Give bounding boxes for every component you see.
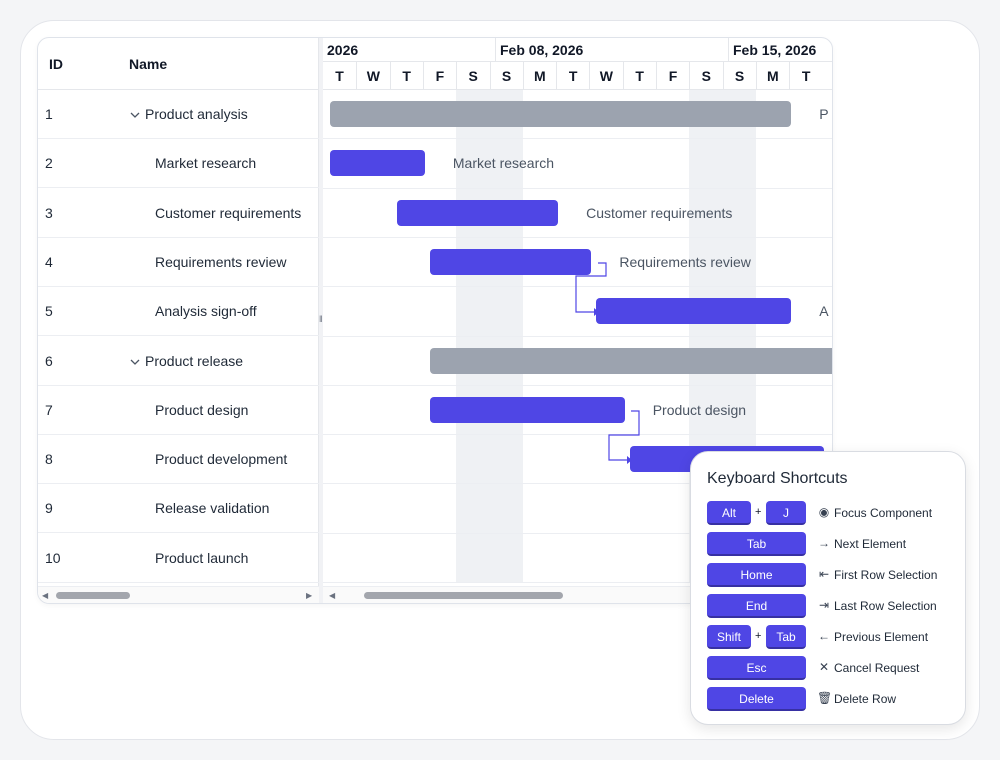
row-id: 1 <box>45 106 53 122</box>
trash-icon: 🗑 <box>817 691 833 705</box>
table-row[interactable]: 5 Analysis sign-off <box>38 287 319 337</box>
row-id: 2 <box>45 155 53 172</box>
dependency-arrow-icon <box>594 308 599 316</box>
row-id: 3 <box>45 204 53 221</box>
row-id: 8 <box>45 451 53 468</box>
key-cap: Alt <box>707 501 751 525</box>
shortcut-description: Delete Row <box>834 692 897 706</box>
grid-header: ID Name <box>38 38 319 90</box>
key-cap: Tab <box>766 625 806 649</box>
id-column-header[interactable]: ID <box>49 56 63 72</box>
key-cap: Shift <box>707 625 751 649</box>
plus-sign: + <box>755 630 762 642</box>
shortcut-row: Home ⇤ First Row Selection <box>707 563 952 588</box>
table-row[interactable]: 2 Market research <box>38 139 319 189</box>
task-name: Market research <box>155 155 257 172</box>
shortcut-row: Delete 🗑 Delete Row <box>707 687 952 712</box>
chevron-down-icon[interactable] <box>130 107 140 118</box>
row-id: 10 <box>45 549 61 566</box>
row-id: 4 <box>45 253 53 270</box>
task-name: Requirements review <box>155 253 287 270</box>
shortcut-row: Esc ✕ Cancel Request <box>707 656 952 681</box>
scrollbar-thumb[interactable] <box>56 592 130 599</box>
scroll-left-icon[interactable]: ◀ <box>329 591 335 600</box>
shortcut-description: First Row Selection <box>834 568 938 582</box>
shortcuts-title: Keyboard Shortcuts <box>707 470 848 487</box>
focus-icon: ◉ <box>818 505 830 519</box>
shortcut-row: End ⇥ Last Row Selection <box>707 594 952 619</box>
arrow-left-icon: ← <box>818 629 830 643</box>
key-cap: End <box>707 594 806 618</box>
last-row-icon: ⇥ <box>818 598 830 612</box>
plus-sign: + <box>755 506 762 518</box>
key-cap: Esc <box>707 656 806 680</box>
row-id: 6 <box>45 352 53 369</box>
table-row[interactable]: 10 Product launch <box>38 534 319 583</box>
scrollbar-thumb[interactable] <box>364 592 563 599</box>
task-name: Customer requirements <box>155 204 302 221</box>
key-cap: Delete <box>707 687 806 711</box>
scroll-right-icon[interactable]: ▶ <box>306 591 312 600</box>
table-row[interactable]: 6 Product release <box>38 337 319 386</box>
row-id: 5 <box>45 303 53 320</box>
dependency-line <box>608 410 640 461</box>
task-name: Product release <box>145 352 244 369</box>
table-row[interactable]: 1 Product analysis <box>38 90 319 139</box>
row-id: 9 <box>45 500 53 517</box>
shortcut-row: Shift + Tab ← Previous Element <box>707 625 952 650</box>
key-cap: Tab <box>707 532 806 556</box>
keyboard-shortcuts-panel: Keyboard Shortcuts Alt + J ◉ Focus Component… <box>690 451 966 725</box>
task-name: Product analysis <box>145 106 248 122</box>
task-name: Release validation <box>155 500 270 517</box>
shortcut-description: Previous Element <box>834 630 929 644</box>
key-cap: Home <box>707 563 806 587</box>
grid-horizontal-scrollbar[interactable]: ◀ ▶ <box>38 586 319 603</box>
shortcut-row: Tab → Next Element <box>707 532 952 557</box>
task-grid: ID Name 1 Product analysis 2 Market researc… <box>38 38 319 603</box>
shortcut-description: Next Element <box>834 537 907 551</box>
task-name: Product design <box>155 401 249 418</box>
table-row[interactable]: 7 Product design <box>38 386 319 435</box>
shortcut-description: Cancel Request <box>834 661 920 675</box>
table-row[interactable]: 4 Requirements review <box>38 238 319 287</box>
scroll-left-icon[interactable]: ◀ <box>42 591 48 600</box>
name-column-header[interactable]: Name <box>129 56 167 72</box>
dependency-line <box>575 262 607 313</box>
chevron-down-icon[interactable] <box>130 354 140 365</box>
task-name: Product development <box>155 451 288 468</box>
shortcut-row: Alt + J ◉ Focus Component <box>707 501 952 526</box>
row-id: 7 <box>45 401 53 418</box>
task-name: Analysis sign-off <box>155 303 257 320</box>
table-row[interactable]: 9 Release validation <box>38 484 319 534</box>
shortcut-description: Focus Component <box>834 506 933 520</box>
table-row[interactable]: 8 Product development <box>38 435 319 485</box>
table-row[interactable]: 3 Customer requirements <box>38 189 319 238</box>
first-row-icon: ⇤ <box>818 567 830 581</box>
key-cap: J <box>766 501 806 525</box>
shortcut-description: Last Row Selection <box>834 599 937 613</box>
task-name: Product launch <box>155 549 249 566</box>
arrow-right-icon: → <box>818 536 830 550</box>
dependency-arrow-icon <box>627 456 632 464</box>
close-icon: ✕ <box>818 660 830 674</box>
